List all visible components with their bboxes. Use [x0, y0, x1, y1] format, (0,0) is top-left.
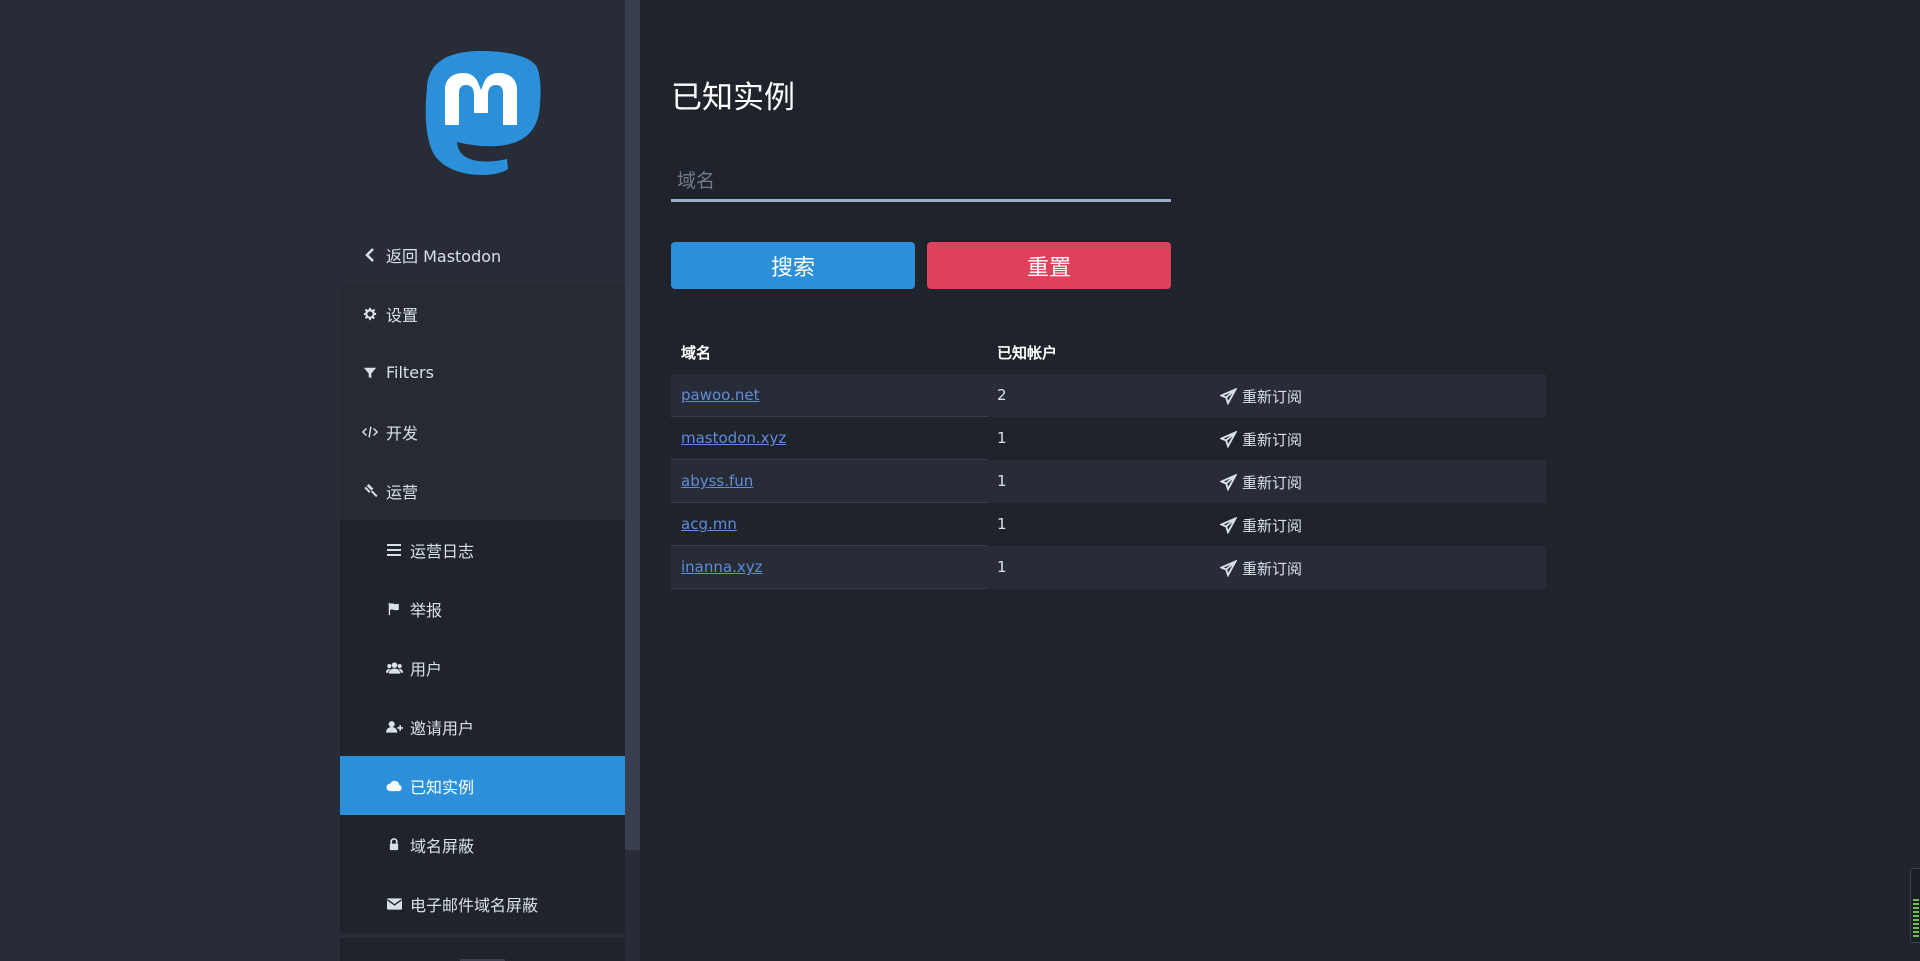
column-header-known-accounts: 已知帐户: [997, 344, 1058, 362]
sidebar-item-label: 设置: [386, 305, 419, 325]
sidebar-item-users[interactable]: 用户: [340, 638, 625, 697]
sidebar-item-email-domain-blocks[interactable]: 电子邮件域名屏蔽: [340, 874, 625, 933]
search-button[interactable]: 搜索: [671, 242, 915, 289]
sidebar-item-label: 举报: [410, 600, 443, 620]
resubscribe-button[interactable]: 重新订阅: [1220, 558, 1302, 579]
resubscribe-label: 重新订阅: [1242, 474, 1303, 492]
mastodon-logo-icon[interactable]: [421, 49, 541, 177]
filter-icon: [361, 364, 379, 382]
sidebar-item-invites[interactable]: 邀请用户: [340, 697, 625, 756]
domain-link[interactable]: acg.mn: [681, 515, 737, 533]
user-plus-icon: [385, 718, 403, 736]
domain-link[interactable]: abyss.fun: [681, 472, 753, 490]
domain-link[interactable]: inanna.xyz: [681, 558, 762, 576]
resubscribe-label: 重新订阅: [1242, 560, 1303, 578]
domain-cell: abyss.fun: [681, 472, 753, 490]
column-header-domain: 域名: [681, 344, 712, 362]
table-row: acg.mn 1 重新订阅: [671, 503, 1546, 546]
envelope-icon: [385, 895, 403, 913]
reset-button[interactable]: 重置: [927, 242, 1171, 289]
level-bars-icon: [1913, 899, 1919, 937]
sidebar-scrollbar-thumb[interactable]: [625, 0, 640, 850]
sidebar-item-label: 邀请用户: [410, 718, 475, 738]
paper-plane-icon: [1220, 431, 1237, 448]
domain-cell: mastodon.xyz: [681, 429, 786, 447]
account-count: 1: [997, 472, 1007, 490]
chevron-left-icon: [361, 246, 379, 264]
domain-link[interactable]: pawoo.net: [681, 386, 759, 404]
resubscribe-label: 重新订阅: [1242, 431, 1303, 449]
resubscribe-button[interactable]: 重新订阅: [1220, 515, 1302, 536]
sidebar-item-label: 用户: [410, 659, 443, 679]
list-icon: [385, 541, 403, 559]
domain-cell: acg.mn: [681, 515, 737, 533]
users-icon: [385, 659, 403, 677]
gavel-icon: [361, 482, 379, 500]
resubscribe-button[interactable]: 重新订阅: [1220, 472, 1302, 493]
table-row: abyss.fun 1 重新订阅: [671, 460, 1546, 503]
gear-icon: [361, 305, 379, 323]
sidebar-item-development[interactable]: 开发: [340, 402, 625, 461]
back-label: 返回 Mastodon: [386, 246, 502, 266]
paper-plane-icon: [1220, 388, 1237, 405]
page-title: 已知实例: [671, 80, 795, 116]
paper-plane-icon: [1220, 474, 1237, 491]
paper-plane-icon: [1220, 560, 1237, 577]
sidebar-item-label: Filters: [386, 363, 434, 382]
table-row: mastodon.xyz 1 重新订阅: [671, 417, 1546, 460]
account-count: 1: [997, 558, 1007, 576]
sidebar-item-moderation[interactable]: 运营: [340, 461, 625, 520]
domain-search-input[interactable]: [671, 162, 1171, 202]
account-count: 2: [997, 386, 1007, 404]
sidebar-item-label: 运营日志: [410, 541, 475, 561]
resubscribe-label: 重新订阅: [1242, 517, 1303, 535]
resubscribe-label: 重新订阅: [1242, 388, 1303, 406]
sidebar-item-label: 域名屏蔽: [410, 836, 475, 856]
account-count: 1: [997, 429, 1007, 447]
sidebar-item-settings[interactable]: 设置: [340, 284, 625, 343]
domain-cell: inanna.xyz: [681, 558, 762, 576]
domain-link[interactable]: mastodon.xyz: [681, 429, 786, 447]
paper-plane-icon: [1220, 517, 1237, 534]
back-to-mastodon-link[interactable]: 返回 Mastodon: [340, 225, 625, 284]
table-row: pawoo.net 2 重新订阅: [671, 374, 1546, 417]
sidebar-item-label: 运营: [386, 482, 419, 502]
flag-icon: [385, 600, 403, 618]
lock-icon: [385, 836, 403, 854]
sidebar-item-label: 开发: [386, 423, 419, 443]
volume-meter-widget[interactable]: [1910, 868, 1920, 943]
sidebar-item-domain-blocks[interactable]: 域名屏蔽: [340, 815, 625, 874]
resubscribe-button[interactable]: 重新订阅: [1220, 386, 1302, 407]
table-header: 域名 已知帐户: [671, 338, 1546, 374]
resubscribe-button[interactable]: 重新订阅: [1220, 429, 1302, 450]
domain-cell: pawoo.net: [681, 386, 759, 404]
row-divider: [671, 588, 987, 589]
sidebar-item-known-instances[interactable]: 已知实例: [340, 756, 625, 815]
sidebar-item-label: 电子邮件域名屏蔽: [410, 895, 539, 915]
sidebar-submenu-end: [340, 938, 625, 961]
account-count: 1: [997, 515, 1007, 533]
sidebar-item-label: 已知实例: [410, 777, 475, 797]
cloud-icon: [385, 777, 403, 795]
sidebar-item-filters[interactable]: Filters: [340, 343, 625, 402]
sidebar-item-reports[interactable]: 举报: [340, 579, 625, 638]
code-icon: [361, 423, 379, 441]
table-row: inanna.xyz 1 重新订阅: [671, 546, 1546, 589]
sidebar-item-action-log[interactable]: 运营日志: [340, 520, 625, 579]
